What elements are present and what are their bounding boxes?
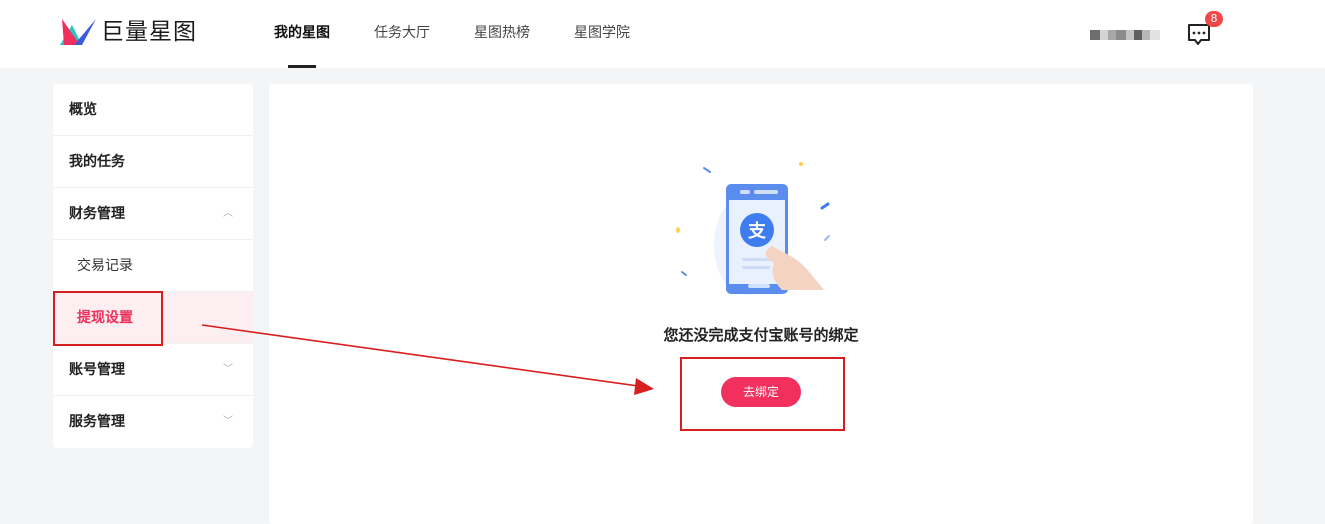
main-nav: 我的星图 任务大厅 星图热榜 星图学院: [274, 0, 674, 68]
chevron-down-icon: ﹀: [223, 364, 233, 375]
nav-academy[interactable]: 星图学院: [574, 0, 630, 68]
chevron-up-icon: ︿: [223, 208, 233, 219]
sidebar-item-account[interactable]: 账号管理 ﹀: [53, 344, 253, 396]
sidebar: 概览 我的任务 财务管理 ︿ 交易记录 提现设置 账号管理 ﹀ 服务管理 ﹀: [53, 84, 253, 448]
sidebar-item-label: 财务管理: [69, 206, 125, 222]
nav-my-xingtu[interactable]: 我的星图: [274, 0, 330, 68]
phone-alipay-illustration: 支: [676, 162, 830, 295]
sidebar-item-label: 交易记录: [77, 258, 133, 274]
sidebar-item-transactions[interactable]: 交易记录: [53, 240, 253, 292]
message-count-badge: 8: [1205, 11, 1223, 27]
user-name-blurred[interactable]: [1090, 30, 1160, 40]
empty-state-message: 您还没完成支付宝账号的绑定: [663, 326, 859, 344]
sidebar-item-label: 服务管理: [69, 414, 125, 430]
annotation-box-button: [680, 357, 845, 431]
sidebar-item-service[interactable]: 服务管理 ﹀: [53, 396, 253, 448]
sidebar-item-label: 概览: [69, 102, 97, 118]
nav-task-hall[interactable]: 任务大厅: [374, 0, 430, 68]
nav-hot-list[interactable]: 星图热榜: [474, 0, 530, 68]
main-panel: 支 您还没完成支付宝账号的绑定 去绑定: [269, 84, 1253, 524]
brand-logo[interactable]: 巨量星图: [60, 19, 197, 45]
alipay-glyph: 支: [747, 220, 767, 242]
sidebar-item-my-tasks[interactable]: 我的任务: [53, 136, 253, 188]
sidebar-item-label: 我的任务: [69, 154, 125, 170]
chevron-down-icon: ﹀: [223, 416, 233, 427]
annotation-box-sidebar: [53, 291, 163, 346]
sidebar-item-label: 账号管理: [69, 362, 125, 378]
brand-name: 巨量星图: [101, 19, 197, 45]
top-navigation-bar: 巨量星图 我的星图 任务大厅 星图热榜 星图学院 8: [0, 0, 1325, 68]
sidebar-item-finance[interactable]: 财务管理 ︿: [53, 188, 253, 240]
logo-mark-icon: [60, 19, 96, 45]
sidebar-item-overview[interactable]: 概览: [53, 84, 253, 136]
